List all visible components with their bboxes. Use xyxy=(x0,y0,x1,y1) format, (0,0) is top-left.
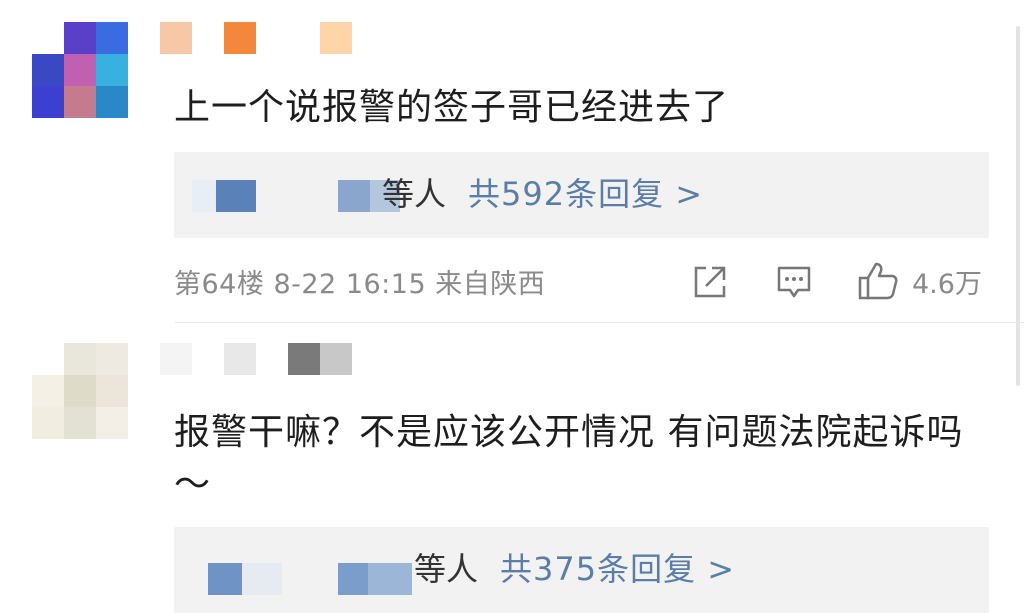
comment-meta: 第64楼 8-22 16:15 来自陕西 xyxy=(174,262,545,301)
username[interactable] xyxy=(160,22,352,54)
username[interactable] xyxy=(160,343,352,375)
comment-icon[interactable] xyxy=(774,262,814,302)
reply-people-label: 等人 xyxy=(414,550,479,588)
timestamp: 8-22 16:15 xyxy=(273,269,427,300)
view-replies-link[interactable]: 共375条回复 > xyxy=(500,550,735,588)
floor-number: 第64楼 xyxy=(174,269,265,300)
comment-item: 报警干嘛？不是应该公开情况 有问题法院起诉吗～ 等人 共375条回复 > xyxy=(0,323,1024,613)
location: 来自陕西 xyxy=(435,269,546,300)
reply-people-label: 等人 xyxy=(382,175,447,213)
like-count: 4.6万 xyxy=(912,269,982,300)
avatar[interactable] xyxy=(32,343,128,439)
share-icon[interactable] xyxy=(690,262,730,302)
reply-summary[interactable]: 等人 共375条回复 > xyxy=(174,527,989,613)
view-replies-link[interactable]: 共592条回复 > xyxy=(468,175,703,213)
reply-summary[interactable]: 等人 共592条回复 > xyxy=(174,152,989,238)
comment-text: 报警干嘛？不是应该公开情况 有问题法院起诉吗～ xyxy=(174,412,964,505)
like-icon[interactable] xyxy=(856,258,900,302)
avatar[interactable] xyxy=(32,22,128,118)
comment-text: 上一个说报警的签子哥已经进去了 xyxy=(174,87,730,128)
comment-item: 上一个说报警的签子哥已经进去了 等人 共592条回复 > 第64楼 8-22 16… xyxy=(0,0,1024,322)
